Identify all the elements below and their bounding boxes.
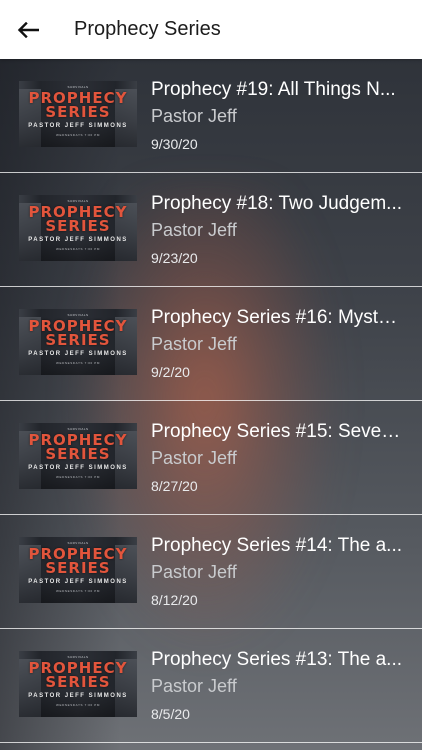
- sermon-title: Prophecy Series #16: Myste...: [151, 307, 403, 328]
- sermon-title: Prophecy Series #13: The a...: [151, 649, 403, 670]
- thumbnail-footer-text: WEDNESDAYS 7:00 PM: [56, 703, 100, 707]
- sermon-list-item[interactable]: SURVIVALS PROPHECY SERIES PASTOR JEFF SI…: [0, 629, 422, 743]
- sermon-speaker: Pastor Jeff: [151, 106, 237, 126]
- sermon-title: Prophecy #19: All Things N...: [151, 79, 396, 100]
- sermon-list-item[interactable]: SURVIVALS PROPHECY SERIES PASTOR JEFF SI…: [0, 515, 422, 629]
- thumbnail-series-title: PROPHECY SERIES: [28, 545, 128, 577]
- thumbnail-pastor-text: PASTOR JEFF SIMMONS: [28, 465, 128, 471]
- sermon-thumbnail: SURVIVALS PROPHECY SERIES PASTOR JEFF SI…: [19, 81, 137, 147]
- thumbnail-series-title: PROPHECY SERIES: [28, 317, 128, 349]
- sermon-date: 8/12/20: [151, 592, 198, 608]
- thumbnail-footer-text: WEDNESDAYS 7:00 PM: [56, 475, 100, 479]
- sermon-thumbnail: SURVIVALS PROPHECY SERIES PASTOR JEFF SI…: [19, 195, 137, 261]
- sermon-date: 8/5/20: [151, 706, 190, 722]
- thumbnail-footer-text: WEDNESDAYS 7:00 PM: [56, 247, 100, 251]
- sermon-title: Prophecy Series #15: Seven...: [151, 421, 403, 442]
- sermon-title: Prophecy Series #14: The a...: [151, 535, 403, 556]
- sermon-thumbnail: SURVIVALS PROPHECY SERIES PASTOR JEFF SI…: [19, 423, 137, 489]
- thumbnail-pastor-text: PASTOR JEFF SIMMONS: [28, 123, 128, 129]
- thumbnail-footer-text: WEDNESDAYS 7:00 PM: [56, 133, 100, 137]
- thumbnail-series-title: PROPHECY SERIES: [28, 659, 128, 691]
- thumbnail-footer-text: WEDNESDAYS 7:00 PM: [56, 361, 100, 365]
- arrow-left-icon: [17, 22, 39, 38]
- sermon-thumbnail: SURVIVALS PROPHECY SERIES PASTOR JEFF SI…: [19, 537, 137, 603]
- sermon-speaker: Pastor Jeff: [151, 334, 237, 354]
- thumbnail-footer-text: WEDNESDAYS 7:00 PM: [56, 589, 100, 593]
- sermon-speaker: Pastor Jeff: [151, 562, 237, 582]
- back-button[interactable]: [10, 12, 46, 48]
- sermon-date: 8/27/20: [151, 478, 198, 494]
- sermon-list-item[interactable]: SURVIVALS PROPHECY SERIES PASTOR JEFF SI…: [0, 287, 422, 401]
- thumbnail-pastor-text: PASTOR JEFF SIMMONS: [28, 693, 128, 699]
- sermon-speaker: Pastor Jeff: [151, 676, 237, 696]
- sermon-thumbnail: SURVIVALS PROPHECY SERIES PASTOR JEFF SI…: [19, 651, 137, 717]
- sermon-thumbnail: SURVIVALS PROPHECY SERIES PASTOR JEFF SI…: [19, 309, 137, 375]
- sermon-list-item[interactable]: SURVIVALS PROPHECY SERIES PASTOR JEFF SI…: [0, 401, 422, 515]
- thumbnail-series-title: PROPHECY SERIES: [28, 203, 128, 235]
- sermon-list: SURVIVALS PROPHECY SERIES PASTOR JEFF SI…: [0, 59, 422, 743]
- app-bar: Prophecy Series: [0, 0, 422, 59]
- sermon-date: 9/30/20: [151, 136, 198, 152]
- thumbnail-pastor-text: PASTOR JEFF SIMMONS: [28, 237, 128, 243]
- sermon-list-item[interactable]: SURVIVALS PROPHECY SERIES PASTOR JEFF SI…: [0, 59, 422, 173]
- sermon-list-area[interactable]: SURVIVALS PROPHECY SERIES PASTOR JEFF SI…: [0, 59, 422, 750]
- sermon-speaker: Pastor Jeff: [151, 448, 237, 468]
- sermon-date: 9/2/20: [151, 364, 190, 380]
- sermon-date: 9/23/20: [151, 250, 198, 266]
- sermon-list-item[interactable]: SURVIVALS PROPHECY SERIES PASTOR JEFF SI…: [0, 173, 422, 287]
- thumbnail-series-title: PROPHECY SERIES: [28, 89, 128, 121]
- thumbnail-series-title: PROPHECY SERIES: [28, 431, 128, 463]
- thumbnail-pastor-text: PASTOR JEFF SIMMONS: [28, 351, 128, 357]
- sermon-title: Prophecy #18: Two Judgem...: [151, 193, 403, 214]
- thumbnail-pastor-text: PASTOR JEFF SIMMONS: [28, 579, 128, 585]
- sermon-speaker: Pastor Jeff: [151, 220, 237, 240]
- page-title: Prophecy Series: [74, 18, 221, 40]
